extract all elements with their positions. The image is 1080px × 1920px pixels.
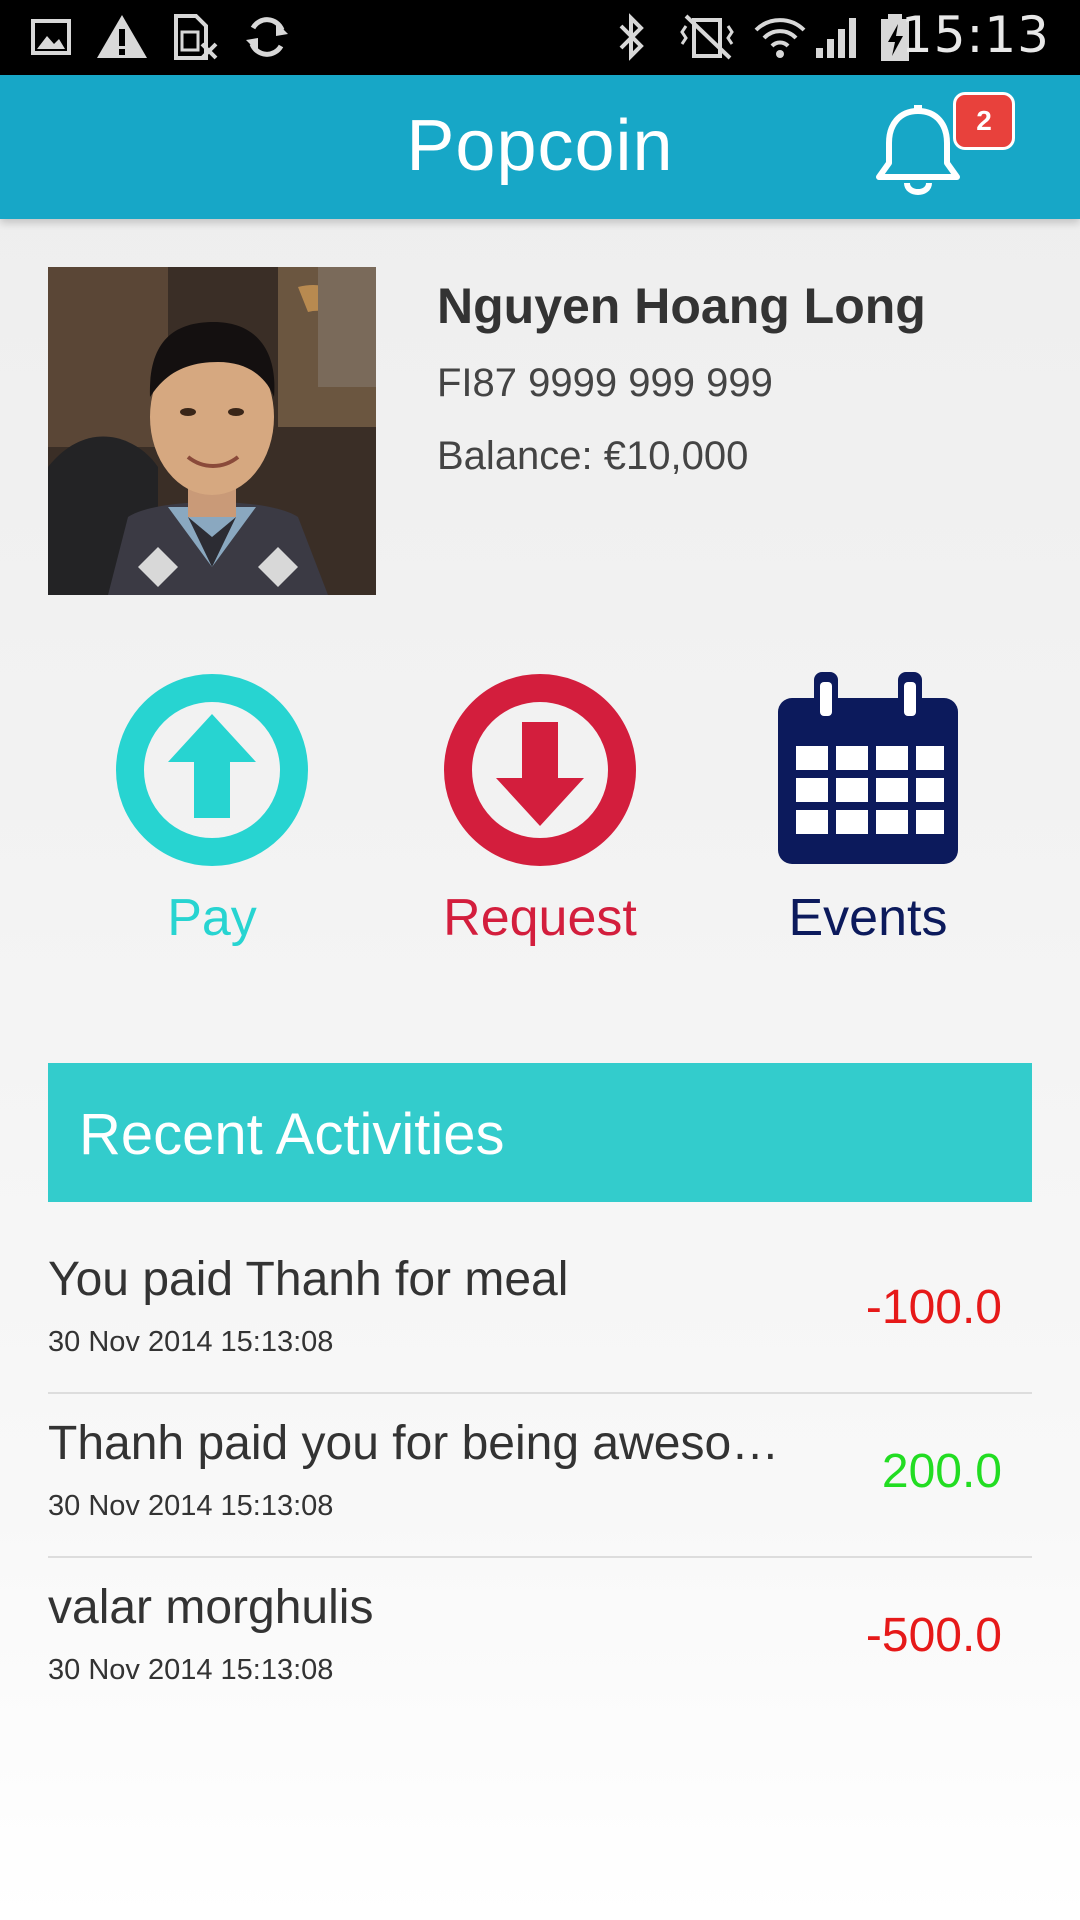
pay-button[interactable]: Pay — [82, 672, 342, 948]
activity-item[interactable]: You paid Thanh for meal 30 Nov 2014 15:1… — [48, 1230, 1032, 1394]
status-clock: 15:13 — [900, 6, 1050, 64]
activity-amount: -100.0 — [865, 1281, 1002, 1334]
profile-balance: Balance: €10,000 — [437, 434, 749, 478]
upload-arrow-icon — [116, 674, 308, 866]
signal-icon — [816, 18, 856, 58]
pay-label: Pay — [167, 889, 257, 947]
status-bar: 15:13 — [0, 0, 1080, 75]
download-arrow-icon — [444, 674, 636, 866]
recent-activities-header: Recent Activities — [48, 1063, 1032, 1202]
wifi-icon — [754, 18, 806, 58]
request-button[interactable]: Request — [410, 672, 670, 948]
notification-badge: 2 — [953, 92, 1015, 150]
activity-description: Thanh paid you for being aweso… — [48, 1417, 780, 1470]
avatar-photo — [48, 267, 376, 595]
calendar-icon — [778, 672, 958, 864]
warning-icon — [97, 15, 147, 58]
activity-date: 30 Nov 2014 15:13:08 — [48, 1490, 334, 1522]
avatar — [48, 267, 376, 595]
profile-name: Nguyen Hoang Long — [437, 278, 926, 334]
activity-amount: 200.0 — [881, 1445, 1002, 1498]
bell-icon[interactable] — [873, 103, 963, 199]
activity-date: 30 Nov 2014 15:13:08 — [48, 1654, 334, 1686]
events-button[interactable]: Events — [738, 672, 998, 948]
activity-description: valar morghulis — [48, 1581, 374, 1634]
activity-item[interactable]: valar morghulis 30 Nov 2014 15:13:08 -50… — [48, 1558, 1032, 1722]
events-label: Events — [788, 889, 948, 947]
activity-date: 30 Nov 2014 15:13:08 — [48, 1326, 334, 1358]
bluetooth-icon — [619, 13, 644, 61]
activity-item[interactable]: Thanh paid you for being aweso… 30 Nov 2… — [48, 1394, 1032, 1558]
app-bar: Popcoin 2 — [0, 75, 1080, 219]
sim-missing-icon — [174, 14, 218, 60]
activity-amount: -500.0 — [865, 1609, 1002, 1662]
request-label: Request — [443, 889, 637, 947]
vibrate-icon — [680, 14, 734, 60]
activity-description: You paid Thanh for meal — [48, 1253, 569, 1306]
image-icon — [31, 19, 71, 55]
profile-account-number: FI87 9999 999 999 — [437, 361, 773, 405]
sync-icon — [246, 17, 288, 57]
recent-activities-title: Recent Activities — [79, 1102, 505, 1167]
